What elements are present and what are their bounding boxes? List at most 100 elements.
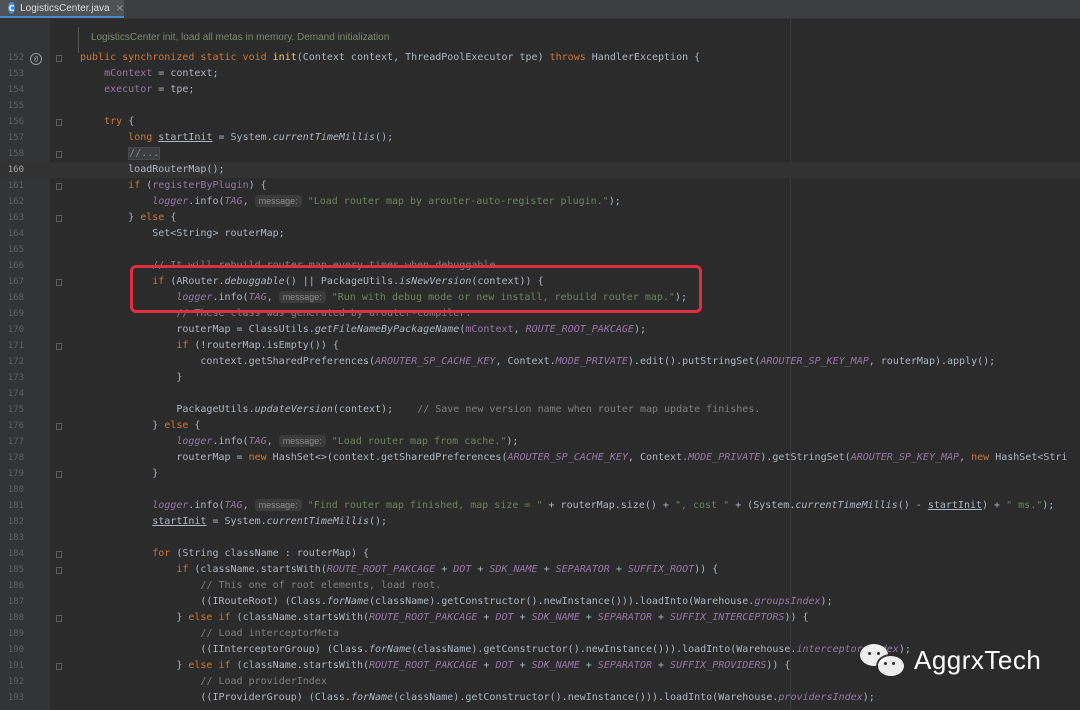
tab-logistics-center[interactable]: C LogisticsCenter.java × [0, 0, 124, 18]
code-token: HashSet<Stri [995, 452, 1068, 463]
fold-toggle-icon[interactable] [56, 663, 62, 670]
code-token: if [176, 564, 195, 575]
code-line[interactable]: 164 Set<String> routerMap; [0, 226, 1080, 242]
code-token: SUFFIX_INTERCEPTORS [670, 612, 785, 623]
code-token: ); [506, 436, 519, 447]
code-line[interactable]: 176 } else { [0, 418, 1080, 434]
code-line[interactable]: 154 executor = tpe; [0, 82, 1080, 98]
code-line[interactable]: 183 [0, 530, 1080, 546]
code-token: startInit [927, 500, 983, 511]
line-number: 158 [7, 149, 24, 159]
code-line[interactable]: 179 } [0, 466, 1080, 482]
override-marker-icon[interactable]: @ [30, 53, 42, 65]
code-token: (context); [332, 404, 418, 415]
code-token: + [513, 612, 532, 623]
code-token: ROUTE_ROOT_PAKCAGE [326, 564, 436, 575]
line-number: 192 [7, 677, 24, 687]
code-line[interactable]: 193 ((IProviderGroup) (Class.forName(cla… [0, 690, 1080, 706]
code-token: SUFFIX_ROOT [627, 564, 695, 575]
doc-comment-text: LogisticsCenter init, load all metas in … [91, 32, 390, 43]
fold-toggle-icon[interactable] [56, 343, 62, 350]
code-token: ", cost " [674, 500, 730, 511]
line-number: 181 [7, 501, 24, 511]
code-line[interactable]: 170 routerMap = ClassUtils.getFileNameBy… [0, 322, 1080, 338]
fold-toggle-icon[interactable] [56, 279, 62, 286]
code-token: SUFFIX_PROVIDERS [670, 660, 767, 671]
code-text: mContext = context; [80, 66, 218, 82]
code-token: + (System. [729, 500, 796, 511]
code-token: ).getStringSet( [760, 452, 851, 463]
code-line[interactable]: 172 context.getSharedPreferences(AROUTER… [0, 354, 1080, 370]
code-line[interactable]: 180 [0, 482, 1080, 498]
code-token: MODE_PRIVATE [555, 356, 628, 367]
code-text: public synchronized static void init(Con… [80, 50, 700, 66]
code-text: for (String className : routerMap) { [80, 546, 369, 562]
code-line[interactable]: 157 long startInit = System.currentTimeM… [0, 130, 1080, 146]
code-token: , [266, 436, 279, 447]
code-line[interactable]: 187 ((IRouteRoot) (Class.forName(classNa… [0, 594, 1080, 610]
code-token: AROUTER_SP_CACHE_KEY [375, 356, 496, 367]
fold-toggle-icon[interactable] [56, 183, 62, 190]
code-token: SEPARATOR [597, 612, 652, 623]
code-token: } [80, 660, 189, 671]
code-text: startInit = System.currentTimeMillis(); [80, 514, 387, 530]
fold-toggle-icon[interactable] [56, 615, 62, 622]
code-line[interactable]: 160 loadRouterMap(); [0, 162, 1080, 178]
code-line[interactable]: 186 // This one of root elements, load r… [0, 578, 1080, 594]
code-text: PackageUtils.updateVersion(context); // … [80, 402, 760, 418]
code-line[interactable]: 156 try { [0, 114, 1080, 130]
code-line[interactable]: 181 logger.info(TAG, message: "Find rout… [0, 498, 1080, 514]
fold-toggle-icon[interactable] [56, 119, 62, 126]
code-line[interactable]: 155 [0, 98, 1080, 114]
code-token: + [477, 612, 496, 623]
code-token: , Context. [627, 452, 689, 463]
code-line[interactable]: 175 PackageUtils.updateVersion(context);… [0, 402, 1080, 418]
code-line[interactable]: 152 public synchronized static void init(… [0, 50, 1080, 66]
code-line[interactable]: 173 } [0, 370, 1080, 386]
code-line[interactable]: 174 [0, 386, 1080, 402]
code-line[interactable]: 178 routerMap = new HashSet<>(context.ge… [0, 450, 1080, 466]
code-line[interactable]: 162 logger.info(TAG, message: "Load rout… [0, 194, 1080, 210]
parameter-hint: message: [278, 435, 326, 447]
code-line[interactable]: 165 [0, 242, 1080, 258]
code-line[interactable]: 184 for (String className : routerMap) { [0, 546, 1080, 562]
code-line[interactable]: 158 //... [0, 146, 1080, 162]
fold-toggle-icon[interactable] [56, 567, 62, 574]
close-icon[interactable]: × [116, 3, 124, 14]
code-token: logger [176, 436, 213, 447]
code-token: TAG [248, 436, 267, 447]
line-number: 162 [7, 197, 24, 207]
code-token: (); [369, 516, 388, 527]
code-line[interactable]: 153 mContext = context; [0, 66, 1080, 82]
code-line[interactable]: 182 startInit = System.currentTimeMillis… [0, 514, 1080, 530]
code-line[interactable]: 177 logger.info(TAG, message: "Load rout… [0, 434, 1080, 450]
code-text: routerMap = ClassUtils.getFileNameByPack… [80, 322, 646, 338]
code-token: logger [152, 196, 189, 207]
code-line[interactable]: 161 if (registerByPlugin) { [0, 178, 1080, 194]
code-token: + [579, 660, 598, 671]
code-text: // This one of root elements, load root. [80, 578, 441, 594]
fold-toggle-icon[interactable] [56, 215, 62, 222]
code-token: (className).getConstructor().newInstance… [393, 692, 779, 703]
code-line[interactable]: 163 } else { [0, 210, 1080, 226]
code-token: + [651, 660, 671, 671]
code-line[interactable]: 171 if (!routerMap.isEmpty()) { [0, 338, 1080, 354]
code-token: ); [1042, 500, 1055, 511]
fold-toggle-icon[interactable] [56, 551, 62, 558]
code-token: else [164, 420, 195, 431]
fold-toggle-icon[interactable] [56, 151, 62, 158]
code-line[interactable]: 185 if (className.startsWith(ROUTE_ROOT_… [0, 562, 1080, 578]
fold-toggle-icon[interactable] [56, 423, 62, 430]
code-text: logger.info(TAG, message: "Find router m… [80, 498, 1054, 514]
code-line[interactable]: 188 } else if (className.startsWith(ROUT… [0, 610, 1080, 626]
line-number: 182 [7, 517, 24, 527]
code-text: ((IProviderGroup) (Class.forName(classNa… [80, 690, 874, 706]
fold-toggle-icon[interactable] [56, 55, 62, 62]
line-number: 153 [7, 69, 24, 79]
code-token: (className.startsWith( [236, 660, 369, 671]
fold-toggle-icon[interactable] [56, 471, 62, 478]
